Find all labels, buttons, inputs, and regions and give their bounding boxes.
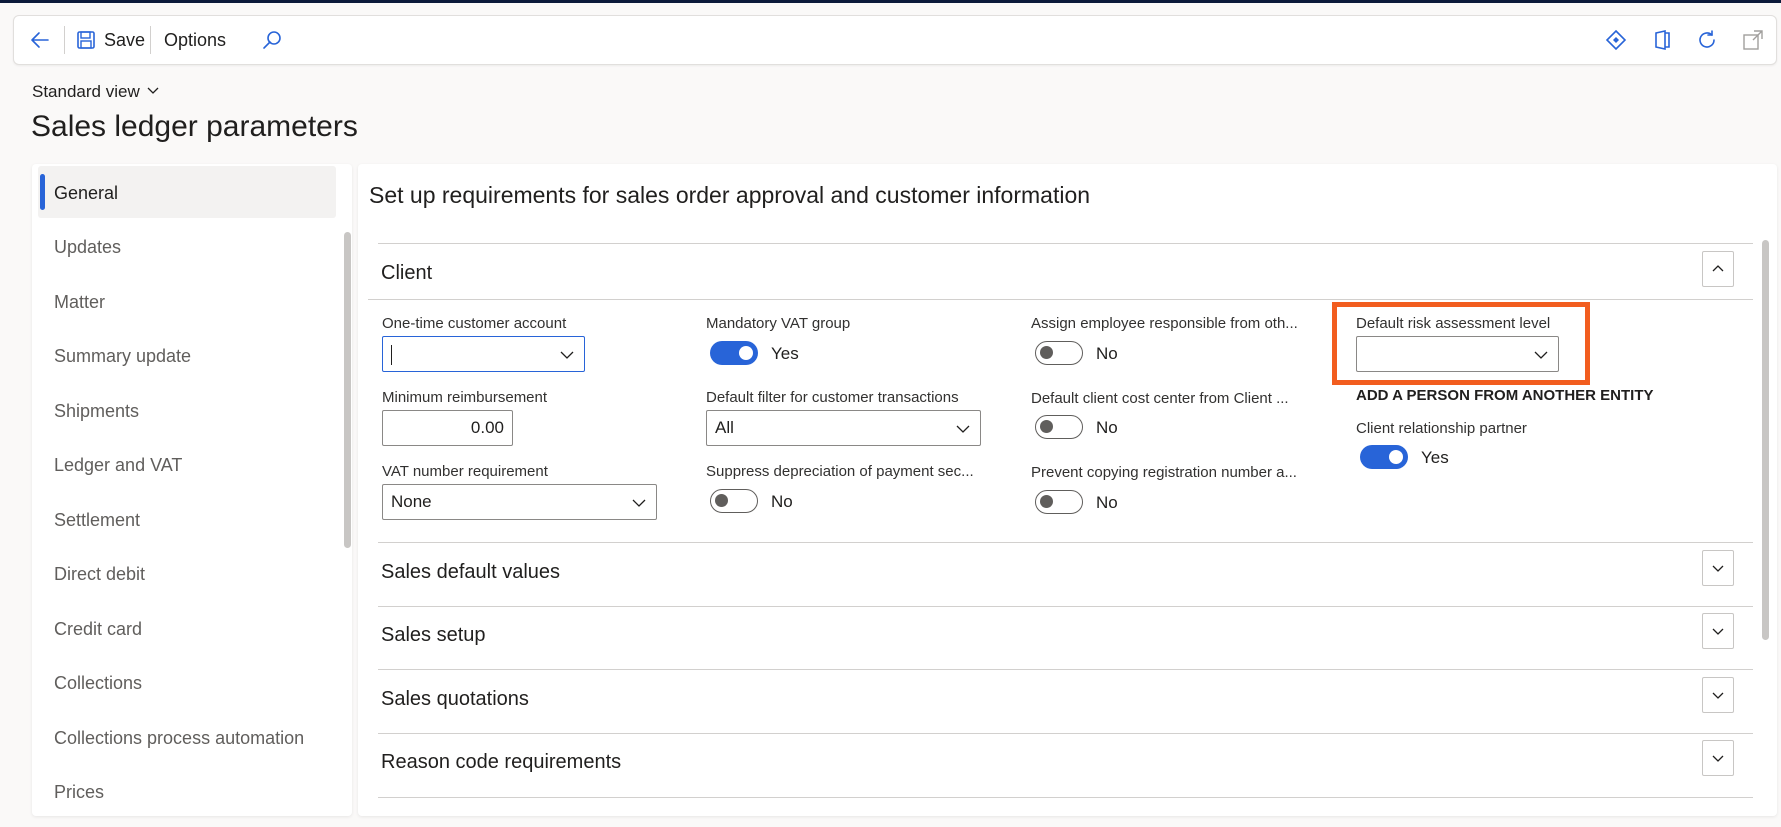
chevron-down-icon (146, 82, 160, 102)
section-sales-setup-expand-button[interactable] (1702, 613, 1734, 649)
highlight-box (1332, 302, 1590, 385)
view-label: Standard view (32, 82, 140, 101)
chevron-down-icon (1712, 692, 1724, 699)
default-client-cost-center-label: Default client cost center from Client .… (1031, 390, 1289, 407)
nav-item-general[interactable]: General (54, 183, 118, 204)
assign-employee-value: No (1096, 344, 1118, 363)
save-icon (76, 30, 96, 50)
minimum-reimbursement-input[interactable]: 0.00 (382, 410, 513, 446)
refresh-icon[interactable] (1695, 28, 1719, 52)
add-person-group-heading: ADD A PERSON FROM ANOTHER ENTITY (1356, 387, 1654, 404)
office-icon[interactable] (1650, 28, 1674, 52)
section-sales-quotations-title[interactable]: Sales quotations (381, 688, 529, 711)
open-new-window-icon[interactable] (1741, 28, 1765, 52)
default-client-cost-center-value: No (1096, 418, 1118, 437)
chevron-down-icon (631, 495, 647, 516)
action-pane: Save Options (13, 15, 1777, 65)
nav-item-summary-update[interactable]: Summary update (54, 346, 191, 367)
client-relationship-partner-label: Client relationship partner (1356, 420, 1527, 437)
page-title: Sales ledger parameters (31, 110, 358, 143)
section-reason-code-requirements-title[interactable]: Reason code requirements (381, 751, 621, 774)
top-accent-line (0, 0, 1781, 3)
tab-heading: Set up requirements for sales order appr… (369, 182, 1091, 208)
search-icon[interactable] (260, 28, 284, 52)
nav-selected-indicator (40, 174, 45, 210)
nav-item-collections[interactable]: Collections (54, 673, 142, 694)
view-selector[interactable]: Standard view (32, 82, 160, 102)
suppress-depreciation-value: No (771, 492, 793, 511)
nav-item-credit-card[interactable]: Credit card (54, 619, 142, 640)
section-client-title[interactable]: Client (381, 262, 432, 285)
save-label: Save (104, 29, 146, 50)
nav-item-ledger-and-vat[interactable]: Ledger and VAT (54, 455, 182, 476)
prevent-copying-toggle[interactable] (1035, 490, 1083, 514)
client-relationship-partner-value: Yes (1421, 448, 1449, 467)
assign-employee-label: Assign employee responsible from oth... (1031, 315, 1298, 332)
section-sales-default-values-expand-button[interactable] (1702, 550, 1734, 586)
tab-nav: General Updates Matter Summary update Sh… (32, 164, 352, 816)
toolbar-divider (64, 26, 65, 54)
nav-item-shipments[interactable]: Shipments (54, 401, 139, 422)
section-divider (378, 797, 1753, 798)
mandatory-vat-group-toggle[interactable] (710, 341, 758, 365)
nav-scrollbar[interactable] (344, 232, 351, 548)
nav-item-updates[interactable]: Updates (54, 237, 121, 258)
nav-item-prices[interactable]: Prices (54, 782, 104, 803)
one-time-customer-account-input[interactable] (382, 336, 585, 372)
client-relationship-partner-toggle[interactable] (1360, 445, 1408, 469)
section-divider (378, 542, 1753, 543)
nav-item-matter[interactable]: Matter (54, 292, 105, 313)
chevron-down-icon (955, 421, 971, 442)
prevent-copying-value: No (1096, 493, 1118, 512)
nav-item-collections-process-automation[interactable]: Collections process automation (54, 728, 304, 749)
main-scrollbar[interactable] (1762, 240, 1769, 640)
toolbar-divider (150, 26, 151, 54)
chevron-down-icon (1712, 565, 1724, 572)
vat-number-requirement-select[interactable]: None (382, 484, 657, 520)
mandatory-vat-group-value: Yes (771, 344, 799, 363)
nav-item-direct-debit[interactable]: Direct debit (54, 564, 145, 585)
section-divider (378, 243, 1753, 244)
one-time-customer-account-label: One-time customer account (382, 315, 567, 332)
section-divider (378, 733, 1753, 734)
assign-employee-toggle[interactable] (1035, 341, 1083, 365)
mandatory-vat-group-label: Mandatory VAT group (706, 315, 851, 332)
main-panel: Set up requirements for sales order appr… (358, 164, 1777, 816)
suppress-depreciation-label: Suppress depreciation of payment sec... (706, 463, 974, 480)
section-reason-code-requirements-expand-button[interactable] (1702, 740, 1734, 776)
default-filter-select[interactable]: All (706, 410, 981, 446)
back-arrow-icon[interactable] (28, 28, 52, 52)
section-divider (378, 606, 1753, 607)
text-cursor (391, 345, 392, 365)
section-sales-setup-title[interactable]: Sales setup (381, 624, 486, 647)
chevron-up-icon (1712, 265, 1724, 272)
section-divider (368, 299, 1753, 300)
chevron-down-icon (1712, 628, 1724, 635)
chevron-down-icon (559, 347, 575, 368)
minimum-reimbursement-label: Minimum reimbursement (382, 389, 548, 406)
chevron-down-icon (1712, 755, 1724, 762)
section-sales-default-values-title[interactable]: Sales default values (381, 561, 560, 584)
prevent-copying-label: Prevent copying registration number a... (1031, 464, 1297, 481)
diamond-icon[interactable] (1604, 28, 1628, 52)
nav-item-settlement[interactable]: Settlement (54, 510, 140, 531)
section-divider (378, 669, 1753, 670)
default-filter-label: Default filter for customer transactions (706, 389, 959, 406)
vat-number-requirement-label: VAT number requirement (382, 463, 548, 480)
suppress-depreciation-toggle[interactable] (710, 489, 758, 513)
options-button[interactable]: Options (164, 16, 226, 64)
section-client-collapse-button[interactable] (1702, 251, 1734, 287)
default-client-cost-center-toggle[interactable] (1035, 415, 1083, 439)
save-button[interactable]: Save (76, 16, 145, 64)
section-sales-quotations-expand-button[interactable] (1702, 677, 1734, 713)
